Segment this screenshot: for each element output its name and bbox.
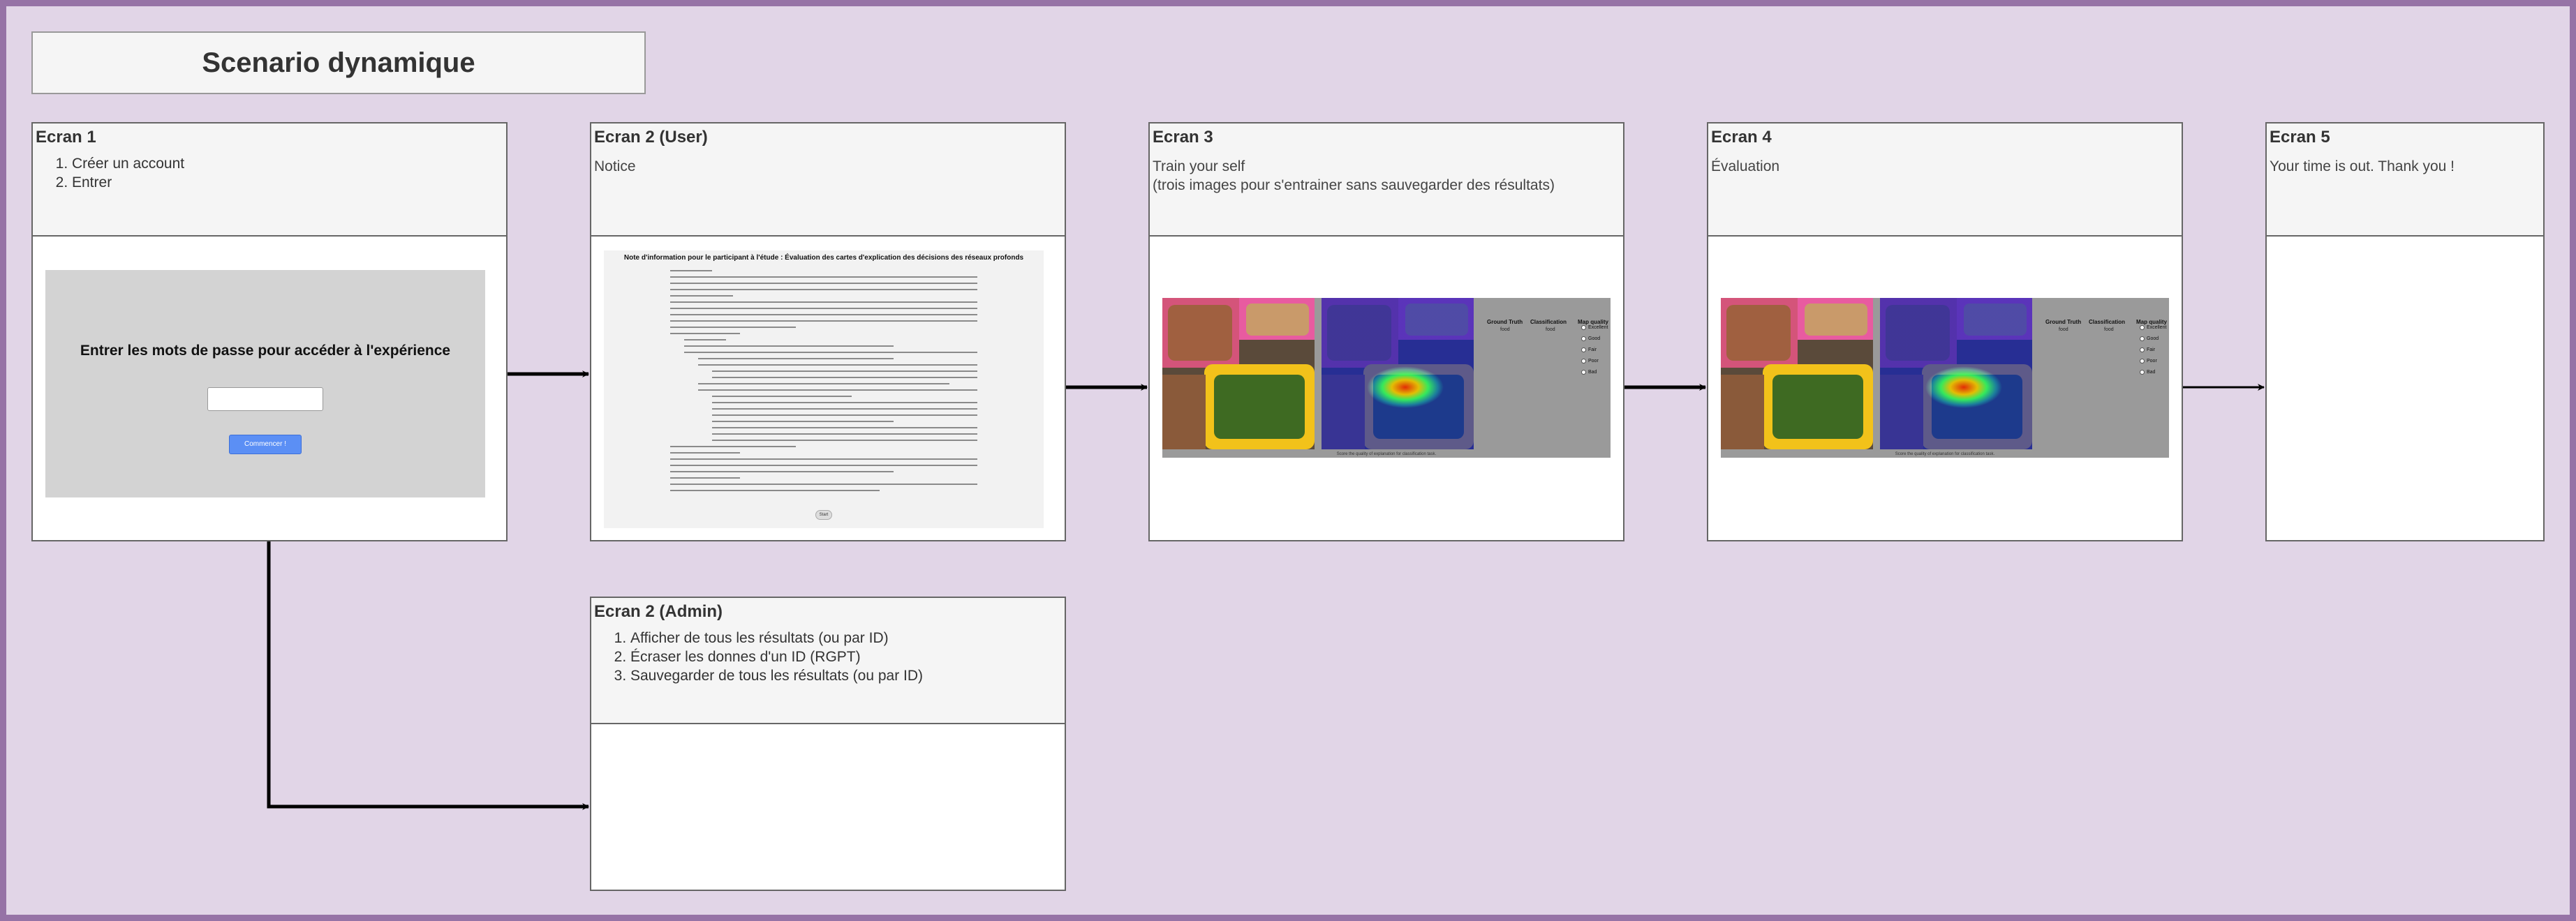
flow-arrows <box>267 370 2265 810</box>
arrow-ecran1-to-ecran2-admin <box>267 541 589 810</box>
